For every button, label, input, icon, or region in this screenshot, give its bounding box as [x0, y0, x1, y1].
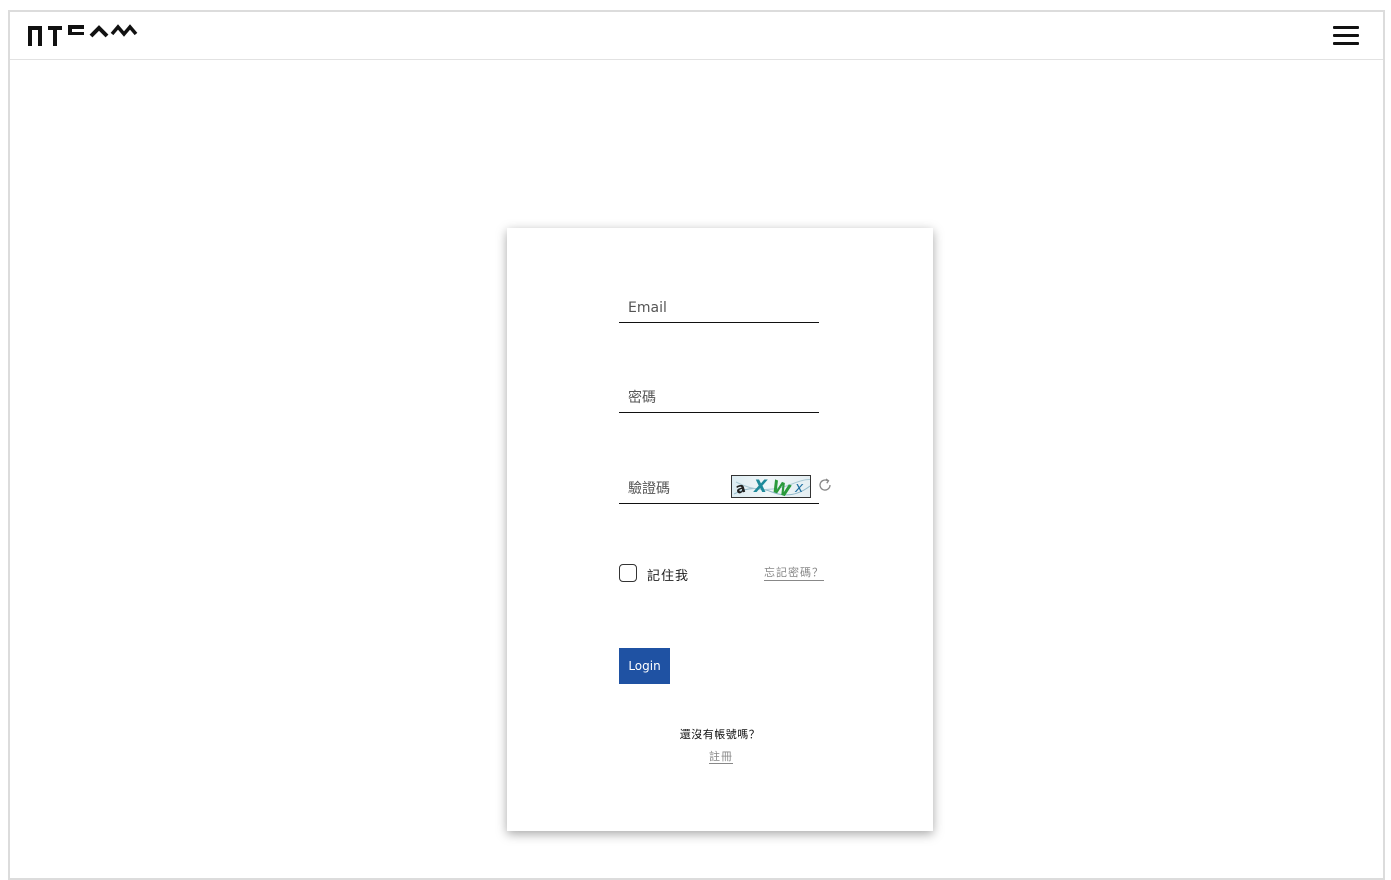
remember-me-label[interactable]: 記住我	[647, 565, 689, 584]
captcha-image[interactable]: a X W x	[731, 475, 811, 498]
forgot-password-link[interactable]: 忘記密碼？	[764, 566, 824, 581]
captcha-image-graphic: a X W x	[733, 477, 810, 498]
login-button[interactable]: Login	[619, 648, 670, 684]
no-account-text: 還沒有帳號嗎？	[679, 728, 761, 741]
email-input[interactable]	[619, 294, 819, 322]
browser-window: a X W x 記住我 忘記密碼？ Login 還沒有帳號嗎？ 註冊	[8, 10, 1385, 880]
captcha-input[interactable]	[619, 475, 729, 503]
password-input[interactable]	[619, 384, 819, 412]
remember-me: 記住我	[619, 564, 719, 584]
password-field-wrapper	[619, 382, 819, 413]
hamburger-menu-icon[interactable]	[1331, 24, 1361, 48]
top-navbar	[10, 12, 1383, 60]
register-link[interactable]: 註冊	[709, 750, 733, 764]
email-field-wrapper	[619, 292, 819, 323]
captcha-char-1: a	[734, 480, 747, 498]
captcha-char-4: x	[794, 480, 804, 496]
captcha-char-2: X	[753, 477, 768, 497]
refresh-icon[interactable]	[817, 477, 833, 493]
site-logo[interactable]	[26, 22, 138, 48]
remember-me-checkbox[interactable]	[619, 564, 637, 582]
login-card: a X W x 記住我 忘記密碼？ Login 還沒有帳號嗎？ 註冊	[507, 228, 933, 831]
